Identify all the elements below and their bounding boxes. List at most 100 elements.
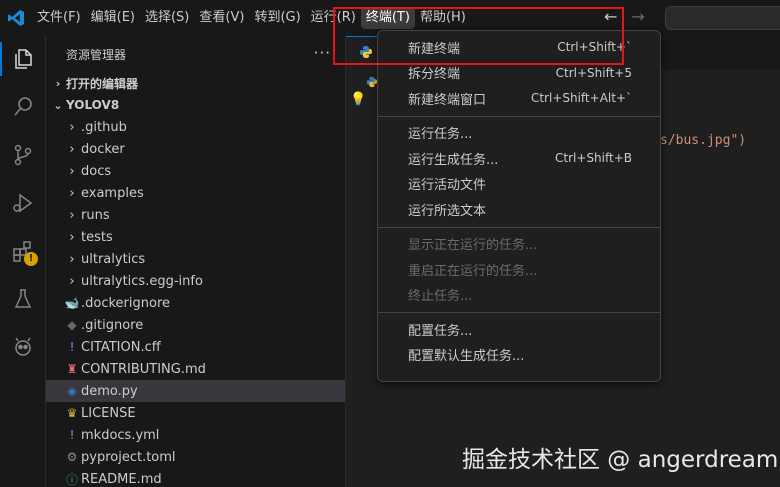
chevron-right-icon: › <box>69 119 75 135</box>
menu-item-label: 拆分终端 <box>408 67 461 82</box>
tree-item-label: pyproject.toml <box>81 449 176 465</box>
terminal-menu-dropdown: 新建终端 Ctrl+Shift+` 拆分终端 Ctrl+Shift+5 新建终端窗口 Ct… <box>377 30 661 382</box>
folder-item[interactable]: › runs <box>46 204 345 226</box>
menu-item-label: 新建终端窗口 <box>408 92 487 108</box>
folder-item[interactable]: › docker <box>46 138 345 160</box>
python-icon: ◈ <box>67 384 77 398</box>
sidebar-header: 资源管理器 ··· <box>46 36 345 72</box>
file-tree: › .github › docker › docs › examples › runs › tests… <box>46 116 345 487</box>
sidebar-title: 资源管理器 <box>66 47 127 62</box>
tree-item-label: .gitignore <box>81 317 144 333</box>
robot-extension-icon[interactable] <box>0 324 46 370</box>
contributing-icon: ♜ <box>66 362 78 376</box>
tree-item-label: .github <box>81 119 127 135</box>
more-actions-icon[interactable]: ··· <box>314 44 331 62</box>
source-control-icon[interactable] <box>0 132 46 178</box>
tree-item-label: mkdocs.yml <box>81 427 160 443</box>
menu-item-label: 配置默认生成任务... <box>408 349 525 364</box>
file-item[interactable]: ♛ LICENSE <box>46 402 345 424</box>
file-item[interactable]: ♜ CONTRIBUTING.md <box>46 358 345 380</box>
menu-item[interactable]: 文件(F) <box>32 7 86 29</box>
terminal-menu-item: 重启正在运行的任务... <box>378 257 660 281</box>
explorer-sidebar: 资源管理器 ··· › 打开的编辑器 ⌄ YOLOV8 › .github › doc… <box>46 36 346 487</box>
command-center-search[interactable] <box>665 6 780 30</box>
lightbulb-icon[interactable]: 💡 <box>350 92 366 107</box>
keyboard-shortcut: Ctrl+Shift+Alt+` <box>530 91 632 105</box>
tree-item-label: docker <box>81 141 125 157</box>
tree-item-label: README.md <box>81 471 162 487</box>
folder-item[interactable]: › docs <box>46 160 345 182</box>
chevron-right-icon: › <box>69 273 75 289</box>
tree-item-label: docs <box>81 163 112 179</box>
arrow-right-icon[interactable]: → <box>631 7 644 27</box>
tree-item-label: CITATION.cff <box>81 339 161 355</box>
folder-item[interactable]: › examples <box>46 182 345 204</box>
file-item[interactable]: 🐋 .dockerignore <box>46 292 345 314</box>
chevron-right-icon: › <box>69 229 75 245</box>
code-string: s/bus.jpg") <box>660 133 747 148</box>
tree-item-label: runs <box>81 207 110 223</box>
terminal-menu-item[interactable]: 配置任务... <box>378 317 660 341</box>
folder-item[interactable]: › tests <box>46 226 345 248</box>
tree-item-label: examples <box>81 185 144 201</box>
terminal-menu-item[interactable]: 运行所选文本 <box>378 197 660 221</box>
search-icon[interactable] <box>0 84 46 130</box>
file-item[interactable]: ! mkdocs.yml <box>46 424 345 446</box>
terminal-menu-item[interactable]: 运行生成任务... Ctrl+Shift+B <box>378 146 660 170</box>
menu-item[interactable]: 查看(V) <box>194 7 249 29</box>
tree-item-label: demo.py <box>81 383 138 399</box>
keyboard-shortcut: Ctrl+Shift+5 <box>555 65 632 80</box>
warning-badge-icon: ! <box>24 252 38 266</box>
menu-item-label: 显示正在运行的任务... <box>408 238 538 253</box>
terminal-menu-item[interactable]: 运行任务... <box>378 121 660 145</box>
folder-item[interactable]: › ultralytics <box>46 248 345 270</box>
menu-item-label: 运行任务... <box>408 127 473 142</box>
testing-flask-icon[interactable] <box>0 276 46 322</box>
menu-item-label: 重启正在运行的任务... <box>408 263 538 279</box>
tree-item-label: tests <box>81 229 113 245</box>
code-line: s/bus.jpg") <box>660 133 746 148</box>
run-debug-icon[interactable] <box>0 180 46 226</box>
file-item[interactable]: ⓘ README.md <box>46 468 345 487</box>
tree-item-label: CONTRIBUTING.md <box>81 361 206 377</box>
extensions-icon[interactable]: ! <box>0 228 46 274</box>
highlight-annotation-box <box>333 7 624 65</box>
gear-icon: ⚙ <box>66 450 78 464</box>
chevron-right-icon: › <box>55 76 61 90</box>
terminal-menu-item[interactable]: 配置默认生成任务... <box>378 343 660 367</box>
tree-item-label: LICENSE <box>81 405 136 421</box>
chevron-right-icon: › <box>69 185 75 201</box>
git-icon: ◆ <box>67 318 77 332</box>
chevron-right-icon: › <box>69 251 75 267</box>
folder-item[interactable]: › .github <box>46 116 345 138</box>
file-item[interactable]: ⚙ pyproject.toml <box>46 446 345 468</box>
info-circle-icon: ⓘ <box>65 472 78 487</box>
terminal-menu-item[interactable]: 运行活动文件 <box>378 172 660 196</box>
terminal-menu-item[interactable]: 新建终端窗口 Ctrl+Shift+Alt+` <box>378 86 660 110</box>
info-exclaim-icon: ! <box>69 340 75 354</box>
menu-item[interactable]: 编辑(E) <box>86 7 140 29</box>
workspace-section[interactable]: ⌄ YOLOV8 <box>46 94 345 116</box>
menu-item[interactable]: 选择(S) <box>140 7 194 29</box>
file-item[interactable]: ! CITATION.cff <box>46 336 345 358</box>
vscode-logo-icon <box>0 0 32 36</box>
watermark-text: 掘金技术社区 @ angerdream <box>462 447 779 473</box>
terminal-menu-item: 显示正在运行的任务... <box>378 232 660 256</box>
explorer-icon[interactable] <box>0 36 46 82</box>
menu-item[interactable]: 转到(G) <box>249 7 305 29</box>
menu-separator <box>378 312 660 313</box>
tree-item-label: ultralytics.egg-info <box>81 273 203 289</box>
file-item[interactable]: ◆ .gitignore <box>46 314 345 336</box>
menu-separator <box>378 115 660 117</box>
menu-item-label: 运行生成任务... <box>408 152 499 168</box>
info-exclaim-icon: ! <box>69 428 75 442</box>
file-item[interactable]: ◈ demo.py <box>46 380 345 402</box>
menu-item-label: 运行活动文件 <box>408 178 487 193</box>
open-editors-section[interactable]: › 打开的编辑器 <box>46 72 345 94</box>
docker-icon: 🐋 <box>64 296 80 310</box>
activity-bar: ! <box>0 36 46 487</box>
folder-item[interactable]: › ultralytics.egg-info <box>46 270 345 292</box>
chevron-right-icon: › <box>69 207 75 223</box>
chevron-right-icon: › <box>69 141 75 157</box>
open-editors-label: 打开的编辑器 <box>66 76 139 91</box>
